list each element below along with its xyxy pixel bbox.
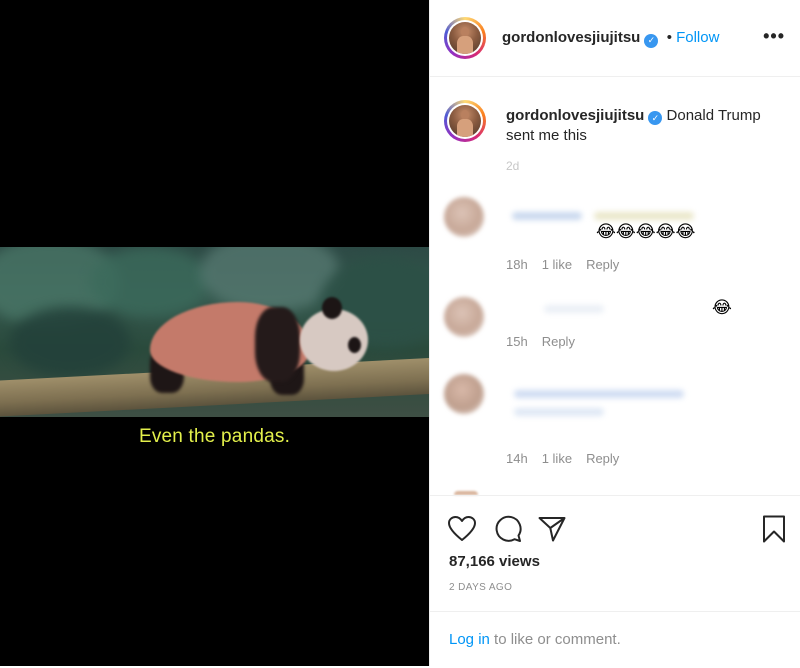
laughing-emoji-icon: 😂😂😂😂😂 — [596, 222, 696, 241]
laughing-emoji-icon: 😂 — [712, 298, 732, 317]
login-text: Log in to like or comment. — [449, 631, 621, 648]
view-count[interactable]: 87,166 views — [449, 553, 540, 570]
comment-likes[interactable]: 1 like — [542, 451, 572, 466]
panda-eye — [348, 337, 361, 353]
caption-username[interactable]: gordonlovesjiujitsu — [506, 107, 644, 124]
follow-button[interactable]: Follow — [676, 29, 719, 46]
commenter-avatar[interactable] — [444, 197, 484, 237]
caption-body: gordonlovesjiujitsu ✓ Donald Trump sent m… — [506, 106, 786, 146]
comment-meta: 15h Reply — [506, 334, 589, 349]
comment-time[interactable]: 18h — [506, 257, 528, 272]
header-user-row: gordonlovesjiujitsu ✓ • Follow — [502, 29, 719, 48]
bookmark-icon[interactable] — [762, 515, 786, 548]
post-header: gordonlovesjiujitsu ✓ • Follow ••• — [430, 0, 800, 77]
blurred-text — [594, 212, 694, 220]
reply-button[interactable]: Reply — [586, 451, 619, 466]
caption-timestamp[interactable]: 2d — [506, 159, 519, 173]
share-icon[interactable] — [538, 516, 566, 547]
blurred-username — [544, 305, 604, 313]
login-link[interactable]: Log in — [449, 631, 490, 648]
comment-likes[interactable]: 1 like — [542, 257, 572, 272]
blurred-username — [514, 390, 684, 398]
login-rest: to like or comment. — [489, 631, 621, 648]
author-avatar[interactable] — [444, 17, 486, 59]
post-footer: 87,166 views 2 DAYS AGO Log in to like o… — [430, 495, 800, 667]
panda-ear — [322, 297, 342, 319]
video-frame — [0, 247, 429, 417]
heart-icon[interactable] — [448, 516, 476, 547]
blurred-text — [514, 408, 604, 416]
commenter-avatar[interactable] — [444, 374, 484, 414]
background-foliage — [10, 307, 130, 377]
comment-time[interactable]: 15h — [506, 334, 528, 349]
verified-badge-icon: ✓ — [644, 33, 659, 48]
author-username[interactable]: gordonlovesjiujitsu — [502, 29, 640, 46]
more-options-icon[interactable]: ••• — [763, 26, 785, 47]
comment-icon[interactable] — [494, 515, 522, 548]
comment-meta: 14h 1 like Reply — [506, 451, 633, 466]
comment-meta: 18h 1 like Reply — [506, 257, 633, 272]
background-foliage — [90, 247, 210, 317]
login-prompt: Log in to like or comment. — [430, 611, 800, 668]
video-subtitle: Even the pandas. — [138, 426, 291, 447]
post-sidebar: gordonlovesjiujitsu ✓ • Follow ••• gordonl… — [429, 0, 800, 666]
comment-time[interactable]: 14h — [506, 451, 528, 466]
separator-dot: • — [666, 29, 673, 46]
commenter-avatar[interactable] — [444, 297, 484, 337]
post-video[interactable]: Even the pandas. — [0, 0, 429, 666]
caption-avatar[interactable] — [444, 100, 486, 142]
blurred-username — [512, 212, 582, 220]
post-date[interactable]: 2 DAYS AGO — [449, 582, 512, 593]
reply-button[interactable]: Reply — [542, 334, 575, 349]
panda-saddle — [255, 307, 300, 382]
verified-badge-icon: ✓ — [648, 111, 663, 125]
reply-button[interactable]: Reply — [586, 257, 619, 272]
